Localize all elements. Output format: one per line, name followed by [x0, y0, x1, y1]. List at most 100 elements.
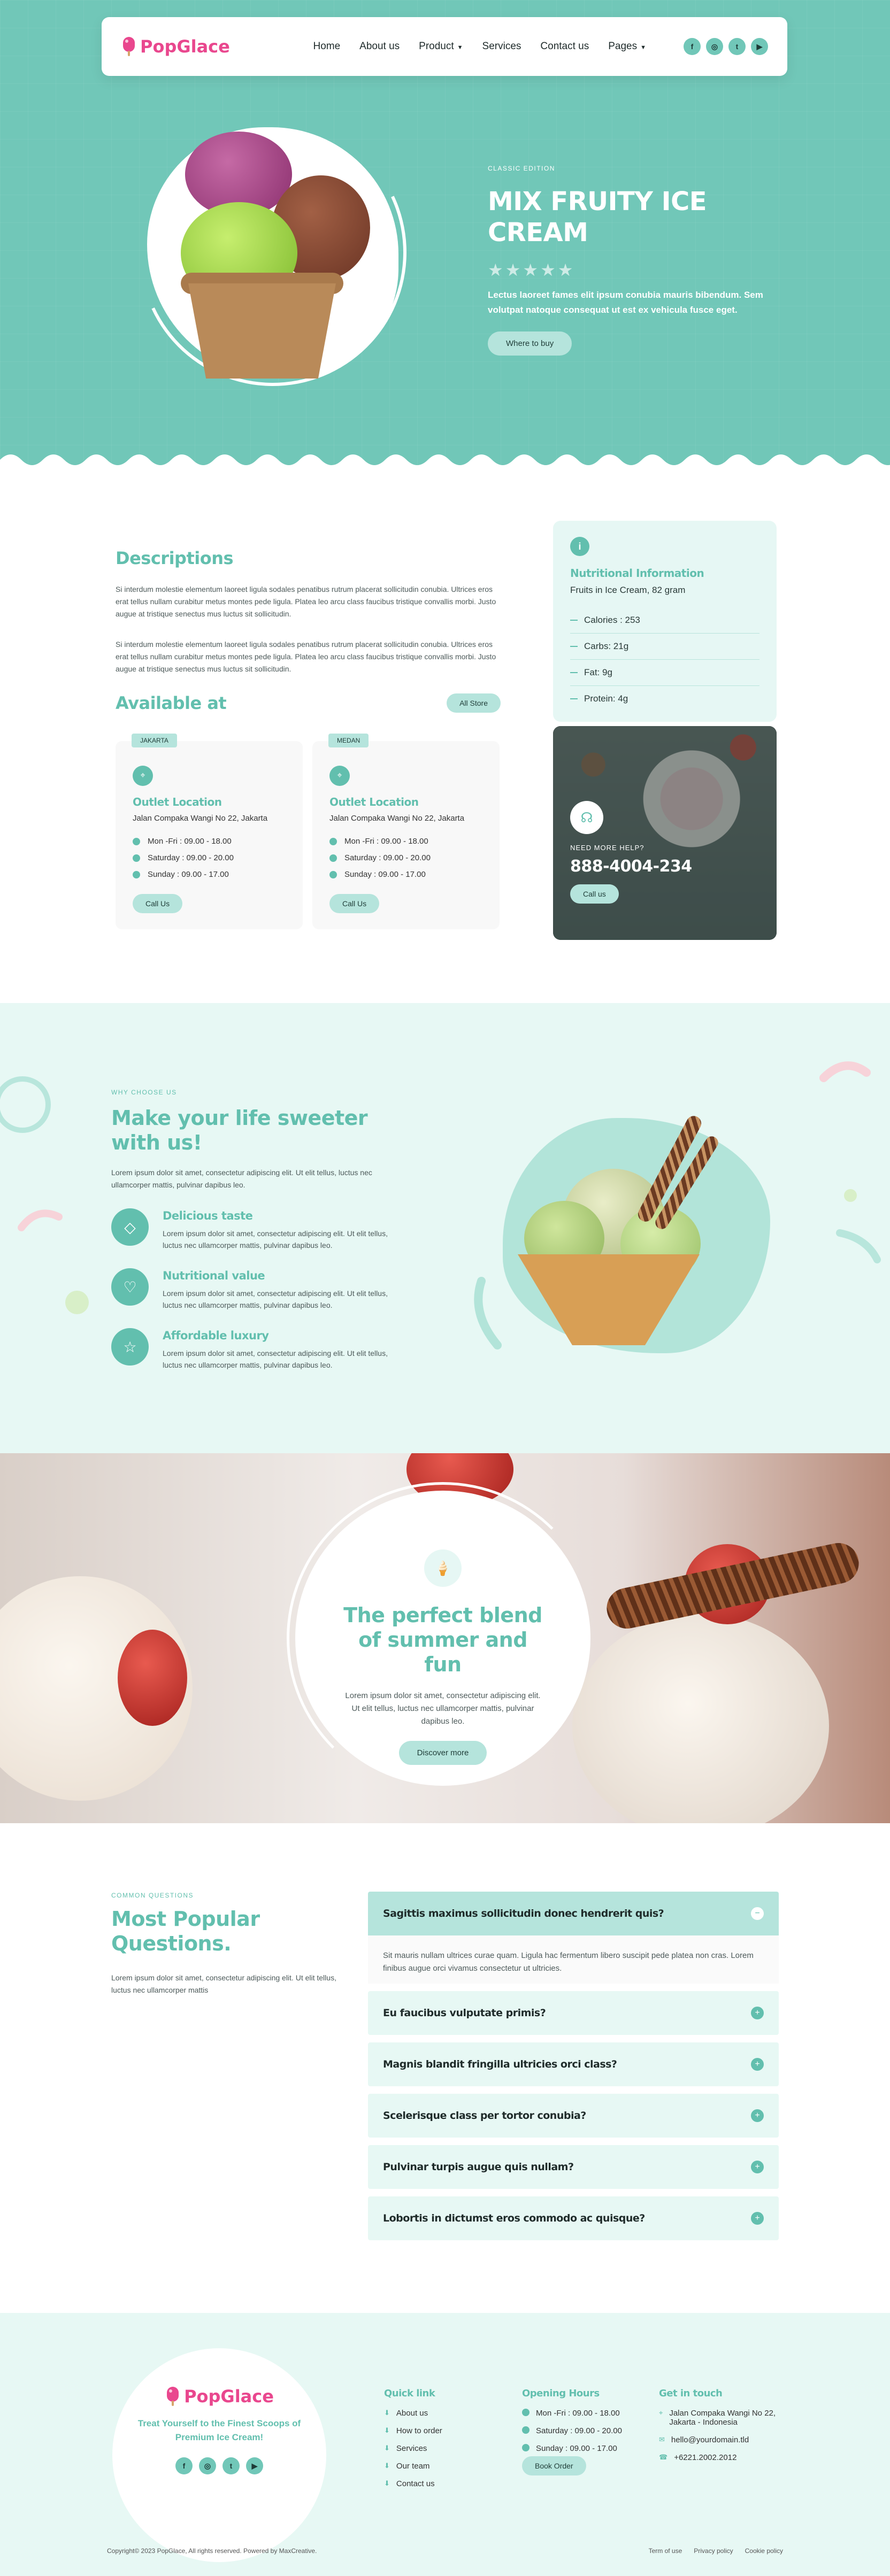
- nav-services[interactable]: Services: [482, 41, 521, 52]
- facebook-icon[interactable]: f: [175, 2457, 193, 2474]
- available-title: Available at: [116, 693, 227, 713]
- footer-socials: f ◎ t ▶: [112, 2457, 326, 2474]
- bullet-icon: [329, 854, 337, 862]
- headset-icon: ☊: [570, 801, 603, 834]
- call-us-button[interactable]: Call us: [570, 884, 619, 904]
- nav-about[interactable]: About us: [359, 41, 400, 52]
- nutrition-row: Carbs: 21g: [570, 634, 759, 660]
- faq-question[interactable]: Scelerisque class per tortor conubia? +: [368, 2094, 779, 2138]
- instagram-icon[interactable]: ◎: [706, 38, 723, 55]
- map-pin-icon: ⌖: [133, 766, 153, 786]
- hero-title: MIX FRUITY ICE CREAM: [488, 187, 707, 248]
- faq-intro-text: Lorem ipsum dolor sit amet, consectetur …: [111, 1973, 336, 1994]
- outlet-title: Outlet Location: [133, 796, 222, 808]
- quick-link[interactable]: ⬇ Contact us: [384, 2479, 442, 2488]
- nutrition-value: Protein: 4g: [584, 693, 628, 704]
- brand-logo[interactable]: PopGlace: [121, 36, 230, 57]
- nutrition-value: Fat: 9g: [584, 667, 612, 677]
- youtube-icon[interactable]: ▶: [751, 38, 768, 55]
- faq-answer: Sit mauris nullam ultrices curae quam. L…: [368, 1935, 779, 1984]
- why-eyebrow: WHY CHOOSE US: [111, 1089, 177, 1096]
- faq-question[interactable]: Lobortis in dictumst eros commodo ac qui…: [368, 2196, 779, 2240]
- twitter-icon[interactable]: t: [728, 38, 746, 55]
- chevron-down-icon: ▼: [640, 44, 646, 51]
- faq-question[interactable]: Magnis blandit fringilla ultricies orci …: [368, 2042, 779, 2086]
- blend-title: The perfect blend of summer and fun: [343, 1603, 542, 1676]
- help-card: ☊ NEED MORE HELP? 888-4004-234 Call us: [553, 726, 777, 940]
- youtube-icon[interactable]: ▶: [246, 2457, 263, 2474]
- descriptions-title: Descriptions: [116, 548, 234, 568]
- phone-icon: ☎: [659, 2453, 668, 2461]
- copyright: Copyright© 2023 PopGlace, All rights res…: [107, 2547, 317, 2555]
- feature-item: ☆ Affordable luxury Lorem ipsum dolor sit…: [111, 1328, 405, 1371]
- all-store-button[interactable]: All Store: [447, 693, 501, 713]
- cookie-policy-link[interactable]: Cookie policy: [745, 2547, 783, 2555]
- hours-row: Saturday : 09.00 - 20.00: [133, 853, 286, 862]
- contact-row[interactable]: ☎ +6221.2002.2012: [659, 2453, 787, 2462]
- outlet-address: Jalan Compaka Wangi No 22, Jakarta: [133, 814, 268, 823]
- nav-contact[interactable]: Contact us: [540, 41, 589, 52]
- footer-tagline: Treat Yourself to the Finest Scoops of P…: [137, 2418, 301, 2442]
- why-intro: Lorem ipsum dolor sit amet, consectetur …: [111, 1168, 372, 1189]
- hours-text: Sunday : 09.00 - 17.00: [536, 2444, 617, 2453]
- hours-text: Sunday : 09.00 - 17.00: [148, 870, 229, 879]
- facebook-icon[interactable]: f: [684, 38, 701, 55]
- call-us-button[interactable]: Call Us: [329, 894, 380, 913]
- discover-more-button[interactable]: Discover more: [398, 1741, 487, 1765]
- bullet-icon: [522, 2444, 530, 2451]
- footer-logo[interactable]: PopGlace: [112, 2386, 326, 2407]
- hours-text: Mon -Fri : 09.00 - 18.00: [148, 837, 232, 846]
- bullet-icon: [329, 870, 337, 878]
- feature-text: Lorem ipsum dolor sit amet, consectetur …: [163, 1289, 388, 1309]
- pin-icon: ⬇: [384, 2444, 390, 2452]
- hours-row: Mon -Fri : 09.00 - 18.00: [133, 837, 286, 846]
- footer-brand-circle: PopGlace Treat Yourself to the Finest Sc…: [112, 2348, 326, 2562]
- nav-product-label: Product: [419, 41, 454, 52]
- map-pin-icon: ⌖: [329, 766, 350, 786]
- quick-links-title: Quick link: [384, 2388, 435, 2399]
- hours-row: Mon -Fri : 09.00 - 18.00: [329, 837, 482, 846]
- quick-link[interactable]: ⬇ About us: [384, 2409, 442, 2418]
- navbar: PopGlace Home About us Product ▼ Services…: [102, 17, 787, 76]
- nav-home[interactable]: Home: [313, 41, 340, 52]
- faq-question[interactable]: Sagittis maximus sollicitudin donec hend…: [368, 1892, 779, 1935]
- quick-link[interactable]: ⬇ Our team: [384, 2462, 442, 2471]
- where-to-buy-button[interactable]: Where to buy: [488, 331, 572, 356]
- nav-product[interactable]: Product ▼: [419, 41, 463, 52]
- faq-question[interactable]: Eu faucibus vulputate primis? +: [368, 1991, 779, 2035]
- faq-question-text: Pulvinar turpis augue quis nullam?: [383, 2161, 574, 2173]
- faq-question[interactable]: Pulvinar turpis augue quis nullam? +: [368, 2145, 779, 2189]
- hours-text: Saturday : 09.00 - 20.00: [536, 2426, 622, 2435]
- hours-text: Mon -Fri : 09.00 - 18.00: [344, 837, 428, 846]
- main-nav: Home About us Product ▼ Services Contact …: [313, 41, 646, 52]
- hours-row: Sunday : 09.00 - 17.00: [133, 870, 286, 879]
- feature-item: ◇ Delicious taste Lorem ipsum dolor sit a…: [111, 1208, 405, 1251]
- help-content: ☊ NEED MORE HELP? 888-4004-234 Call us: [570, 801, 692, 904]
- plus-icon: +: [751, 2212, 764, 2225]
- term-of-use-link[interactable]: Term of use: [649, 2547, 682, 2555]
- nutrition-title: Nutritional Information: [570, 567, 704, 580]
- quick-link[interactable]: ⬇ How to order: [384, 2426, 442, 2435]
- call-us-button[interactable]: Call Us: [133, 894, 183, 913]
- faq-question-text: Scelerisque class per tortor conubia?: [383, 2110, 586, 2122]
- quick-link[interactable]: ⬇ Services: [384, 2444, 442, 2453]
- help-phone[interactable]: 888-4004-234: [570, 857, 692, 876]
- contact-row[interactable]: ✉ hello@yourdomain.tld: [659, 2435, 787, 2444]
- bullet-icon: [522, 2409, 530, 2416]
- bullet-icon: [133, 837, 140, 845]
- faq-intro: COMMON QUESTIONS Most Popular Questions.…: [111, 1892, 341, 2015]
- instagram-icon[interactable]: ◎: [199, 2457, 216, 2474]
- twitter-icon[interactable]: t: [223, 2457, 240, 2474]
- book-order-button[interactable]: Book Order: [522, 2456, 586, 2475]
- ice-cream-icon: 🍦: [424, 1549, 462, 1587]
- dash-icon: [570, 672, 578, 673]
- why-title: Make your life sweeter with us!: [111, 1106, 368, 1154]
- bullet-icon: [133, 870, 140, 878]
- contact-column: Get in touch ⌖ Jalan Compaka Wangi No 22,…: [659, 2388, 787, 2471]
- privacy-policy-link[interactable]: Privacy policy: [694, 2547, 733, 2555]
- popsicle-logo-icon: [123, 37, 135, 56]
- quick-link-label: Our team: [396, 2462, 430, 2471]
- nav-pages[interactable]: Pages ▼: [608, 41, 646, 52]
- hero-section: PopGlace Home About us Product ▼ Services…: [0, 0, 890, 471]
- nutrition-value: Carbs: 21g: [584, 641, 629, 651]
